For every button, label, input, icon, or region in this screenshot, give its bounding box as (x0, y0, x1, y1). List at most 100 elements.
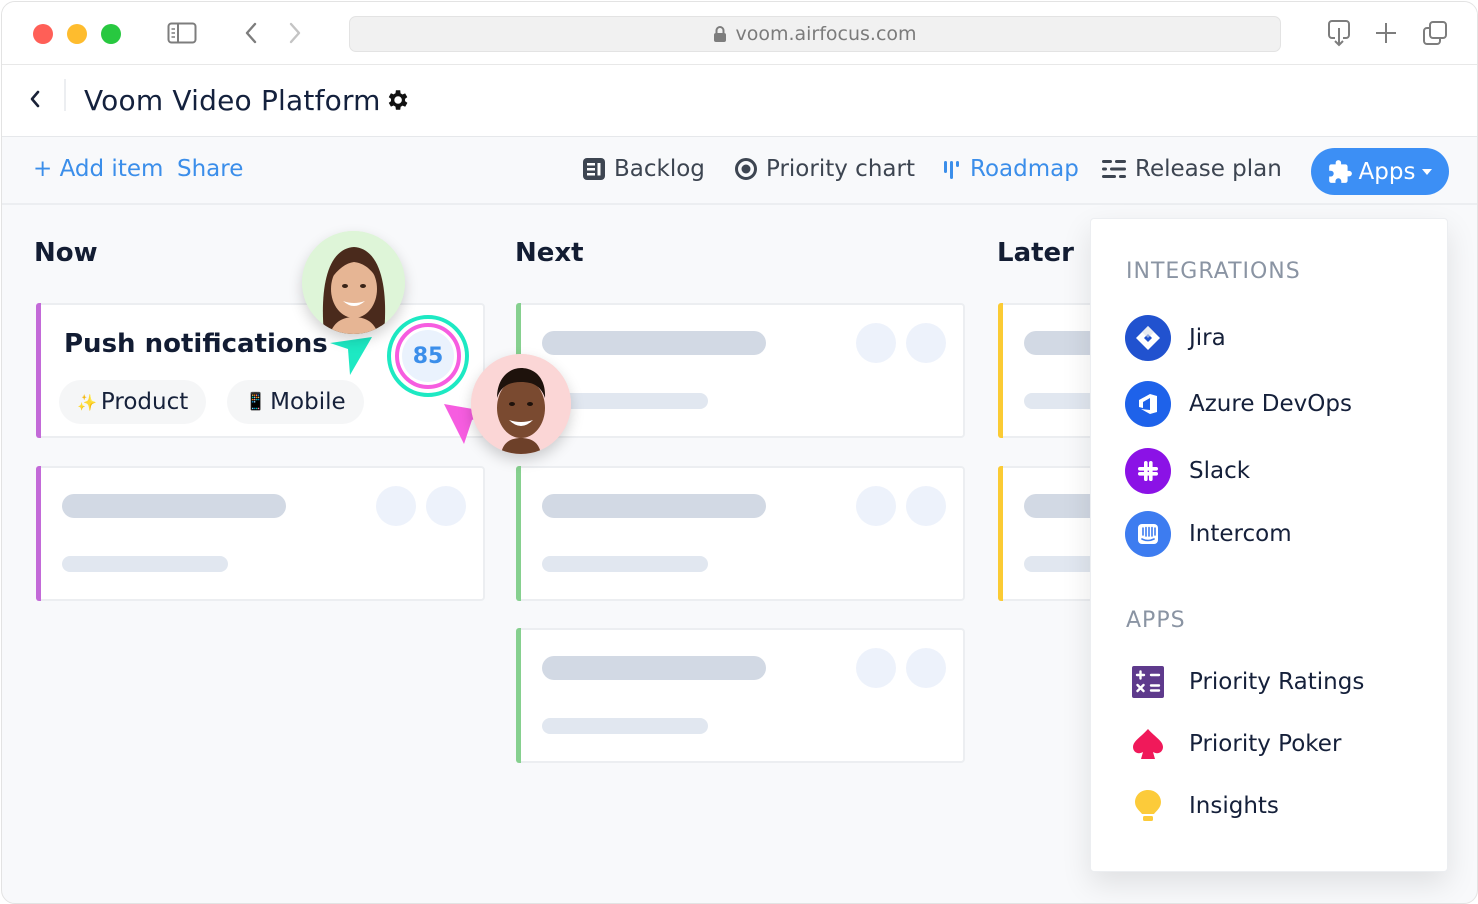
card-status-stripe (998, 466, 1003, 601)
gear-icon (388, 90, 408, 110)
menu-item-label: Jira (1189, 325, 1226, 351)
sparkles-icon: ✨ (77, 392, 97, 412)
target-icon (735, 158, 757, 180)
column-title-now: Now (34, 238, 98, 268)
release-plan-icon (1102, 160, 1126, 178)
browser-back-button[interactable] (236, 18, 266, 48)
menu-item-intercom[interactable]: Intercom (1125, 511, 1292, 557)
sidebar-toggle-button[interactable] (167, 18, 197, 48)
browser-forward-button[interactable] (280, 18, 310, 48)
roadmap-icon (944, 161, 959, 179)
menu-item-label: Slack (1189, 458, 1251, 484)
back-button[interactable] (28, 87, 52, 113)
caret-down-icon (1422, 168, 1433, 175)
intercom-icon (1125, 511, 1171, 557)
tab-priority-chart-label: Priority chart (766, 156, 915, 182)
menu-item-label: Intercom (1189, 521, 1292, 547)
menu-item-priority-poker[interactable]: Priority Poker (1125, 721, 1341, 767)
skeleton-subtitle (542, 718, 708, 734)
menu-item-priority-ratings[interactable]: Priority Ratings (1125, 659, 1364, 705)
integrations-heading: INTEGRATIONS (1126, 259, 1301, 284)
skeleton-avatar (856, 486, 896, 526)
skeleton-title (542, 494, 766, 518)
address-bar[interactable]: voom.airfocus.com (349, 16, 1281, 52)
view-toolbar: + Add item Share Backlog Priority chart … (2, 137, 1477, 205)
header-divider (64, 79, 66, 111)
skeleton-avatar (426, 486, 466, 526)
tab-release-plan[interactable]: Release plan (1101, 156, 1282, 182)
priority-score-badge[interactable]: 85 (387, 315, 469, 397)
collaborator-avatar-man (471, 354, 571, 454)
apps-dropdown-button[interactable]: Apps (1311, 148, 1449, 195)
card-placeholder[interactable] (516, 303, 965, 438)
card-status-stripe (516, 466, 521, 601)
page-header: Voom Video Platform (2, 65, 1477, 137)
skeleton-avatar (376, 486, 416, 526)
column-title-next: Next (515, 238, 584, 268)
tab-roadmap[interactable]: Roadmap (942, 156, 1079, 182)
priority-score: 85 (402, 330, 454, 382)
plus-icon (1376, 23, 1396, 43)
menu-item-jira[interactable]: Jira (1125, 315, 1226, 361)
settings-button[interactable] (384, 87, 410, 113)
tab-roadmap-label: Roadmap (970, 156, 1079, 182)
skeleton-subtitle (62, 556, 228, 572)
browser-titlebar: voom.airfocus.com (2, 2, 1477, 65)
lightbulb-icon (1125, 783, 1171, 829)
apps-heading: APPS (1126, 608, 1186, 633)
skeleton-avatar (856, 648, 896, 688)
backlog-icon (583, 158, 605, 180)
menu-item-label: Azure DevOps (1189, 391, 1352, 417)
skeleton-title (542, 656, 766, 680)
tag-product[interactable]: ✨ Product (59, 380, 207, 424)
menu-item-insights[interactable]: Insights (1125, 783, 1279, 829)
tag-mobile[interactable]: 📱 Mobile (227, 380, 364, 424)
skeleton-avatar (856, 323, 896, 363)
skeleton-title (542, 331, 766, 355)
skeleton-subtitle (542, 556, 708, 572)
card-title: Push notifications (64, 329, 328, 359)
new-tab-button[interactable] (1371, 18, 1401, 48)
card-placeholder[interactable] (516, 466, 965, 601)
add-item-button[interactable]: + Add item (33, 156, 163, 182)
tab-overview-button[interactable] (1420, 18, 1450, 48)
skeleton-avatar (906, 486, 946, 526)
menu-item-label: Priority Poker (1189, 731, 1342, 757)
page-title: Voom Video Platform (84, 84, 381, 117)
slack-icon (1125, 448, 1171, 494)
share-button[interactable]: Share (177, 156, 243, 182)
maximize-window-button[interactable] (101, 24, 121, 44)
menu-item-label: Insights (1189, 793, 1279, 819)
chevron-left-icon (30, 90, 40, 108)
close-window-button[interactable] (33, 24, 53, 44)
mobile-phone-icon: 📱 (245, 392, 267, 412)
collaborator-cursor-teal (330, 337, 372, 375)
sidebar-icon (167, 22, 197, 44)
spade-icon (1125, 721, 1171, 767)
person-avatar-icon (302, 231, 405, 334)
download-button[interactable] (1324, 18, 1354, 48)
card-placeholder[interactable] (516, 628, 965, 763)
tab-backlog[interactable]: Backlog (582, 156, 705, 182)
azure-devops-icon (1125, 381, 1171, 427)
tabs-icon (1423, 21, 1447, 45)
browser-window: voom.airfocus.com Voom Video Platform + … (1, 1, 1478, 904)
menu-item-slack[interactable]: Slack (1125, 448, 1250, 494)
calculator-icon (1125, 659, 1171, 705)
person-avatar-icon (471, 354, 571, 454)
column-title-later: Later (997, 238, 1074, 268)
lock-icon (714, 26, 727, 42)
skeleton-title (62, 494, 286, 518)
collaborator-avatar-woman (302, 231, 405, 334)
tab-release-plan-label: Release plan (1135, 156, 1282, 182)
tag-label: Product (100, 389, 189, 415)
tab-priority-chart[interactable]: Priority chart (734, 156, 915, 182)
card-placeholder[interactable] (36, 466, 485, 601)
jira-icon (1125, 315, 1171, 361)
apps-button-label: Apps (1358, 158, 1416, 185)
minimize-window-button[interactable] (67, 24, 87, 44)
url-text: voom.airfocus.com (735, 23, 917, 45)
menu-item-azure-devops[interactable]: Azure DevOps (1125, 381, 1352, 427)
score-ring: 85 (395, 323, 461, 389)
chevron-left-icon (245, 22, 257, 44)
